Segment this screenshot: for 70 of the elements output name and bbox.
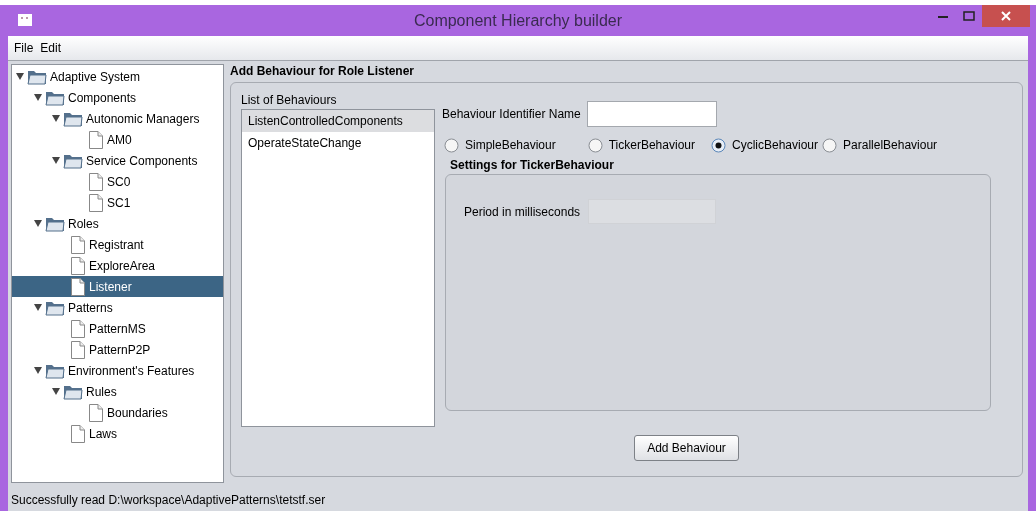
document-icon — [70, 340, 86, 359]
document-icon — [70, 277, 86, 296]
folder-icon — [27, 68, 47, 85]
document-icon — [88, 130, 104, 149]
radio-label: TickerBehaviour — [608, 137, 695, 154]
tree-item[interactable]: PatternMS — [12, 318, 223, 339]
document-icon — [70, 424, 86, 443]
document-icon — [88, 193, 104, 212]
expand-triangle-icon[interactable] — [34, 219, 42, 228]
tree-item[interactable]: Listener — [12, 276, 223, 297]
expand-triangle-icon[interactable] — [34, 93, 42, 102]
tree-item[interactable]: Registrant — [12, 234, 223, 255]
menu-item[interactable]: Edit — [37, 39, 65, 57]
tree-item[interactable]: Laws — [12, 423, 223, 444]
tree-item[interactable]: Boundaries — [12, 402, 223, 423]
list-label: List of Behaviours — [241, 93, 338, 107]
close-button[interactable] — [982, 5, 1030, 27]
minimize-icon — [938, 14, 948, 18]
maximize-icon — [963, 11, 975, 21]
tree-item[interactable]: SC1 — [12, 192, 223, 213]
folder-icon — [63, 152, 83, 169]
expand-triangle-icon[interactable] — [34, 366, 42, 375]
tree-item[interactable]: ExploreArea — [12, 255, 223, 276]
field-label: Behaviour Identifier Name — [442, 106, 581, 123]
expand-triangle-icon[interactable] — [34, 303, 42, 312]
folder-icon — [45, 215, 65, 232]
radio-label: ParallelBehaviour — [843, 137, 938, 154]
folder-icon — [45, 299, 65, 316]
folder-icon — [45, 362, 65, 379]
group-title: Settings for TickerBehaviour — [450, 158, 615, 172]
expand-triangle-icon[interactable] — [52, 387, 60, 396]
panel-title: Add Behaviour for Role Listener — [230, 64, 416, 78]
tree-item[interactable]: AM0 — [12, 129, 223, 150]
menu-item[interactable]: File — [11, 39, 37, 57]
tree-item[interactable]: SC0 — [12, 171, 223, 192]
tree-item[interactable]: Autonomic Managers — [12, 108, 223, 129]
document-icon — [70, 256, 86, 275]
tree-item[interactable]: Rules — [12, 381, 223, 402]
app-icon — [18, 14, 32, 26]
expand-triangle-icon[interactable] — [16, 72, 24, 81]
tree-item[interactable]: Adaptive System — [12, 66, 223, 87]
folder-icon — [45, 89, 65, 106]
folder-icon — [63, 383, 83, 400]
tree-item[interactable]: Patterns — [12, 297, 223, 318]
document-icon — [88, 172, 104, 191]
radio-button[interactable] — [822, 137, 838, 153]
list-item[interactable]: ListenControlledComponents — [242, 110, 434, 132]
tree-item[interactable]: Service Components — [12, 150, 223, 171]
status-text: Successfully read D:\workspace\AdaptivePatterns\tetstf.ser — [10, 492, 327, 509]
tree-item[interactable]: Roles — [12, 213, 223, 234]
list-item[interactable]: OperateStateChange — [242, 132, 434, 154]
document-icon — [70, 235, 86, 254]
document-icon — [70, 319, 86, 338]
tree-item[interactable]: PatternP2P — [12, 339, 223, 360]
radio-label: SimpleBehaviour — [465, 137, 556, 154]
expand-triangle-icon[interactable] — [52, 156, 60, 165]
window-title: Component Hierarchy builder — [413, 11, 623, 29]
radio-button[interactable] — [711, 137, 726, 153]
add-behaviour-button[interactable]: Add Behaviour — [634, 435, 739, 461]
radio-button[interactable] — [444, 137, 459, 153]
expand-triangle-icon[interactable] — [52, 114, 60, 123]
tree-item[interactable]: Components — [12, 87, 223, 108]
document-icon — [88, 403, 104, 422]
radio-button[interactable] — [587, 137, 603, 153]
field-label: Period in milliseconds — [464, 203, 581, 221]
close-icon — [1001, 11, 1011, 21]
identifier-field[interactable] — [586, 101, 717, 127]
radio-label: CyclicBehaviour — [732, 137, 819, 154]
folder-icon — [63, 110, 83, 127]
tree-item[interactable]: Environment's Features — [12, 360, 223, 381]
